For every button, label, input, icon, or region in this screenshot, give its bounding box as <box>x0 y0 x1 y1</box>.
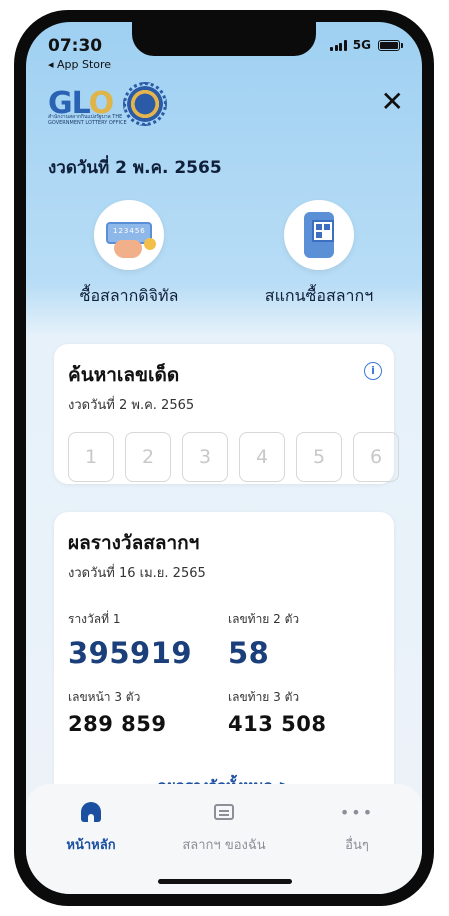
tab-my-tickets[interactable]: สลากฯ ของฉัน <box>169 800 279 855</box>
digit-input-6[interactable]: 6 <box>353 432 399 482</box>
close-icon[interactable]: ✕ <box>381 88 404 116</box>
status-indicators: 5G <box>330 38 403 52</box>
status-time: 07:30 <box>48 36 103 56</box>
qr-scan-icon <box>284 200 354 270</box>
home-indicator <box>158 879 292 884</box>
logo-subtitle: สำนักงานสลากกินแบ่งรัฐบาล THE GOVERNMENT… <box>48 114 127 126</box>
last-two-digits-number: 58 <box>228 636 270 670</box>
back-to-app-store-link[interactable]: ◂ App Store <box>48 58 111 71</box>
card-date: งวดวันที่ 2 พ.ค. 2565 <box>68 398 195 413</box>
signal-icon <box>330 39 347 51</box>
home-icon <box>81 802 101 822</box>
last-two-digits-label: เลขท้าย 2 ตัว <box>228 612 300 626</box>
card-title: ผลรางวัลสลากฯ <box>68 532 200 554</box>
tickets-icon <box>214 804 234 820</box>
action-label: ซื้อสลากดิจิทัล <box>79 286 179 305</box>
digit-input-1[interactable]: 1 <box>68 432 114 482</box>
tab-label: อื่นๆ <box>345 838 369 853</box>
first-three-digits-label: เลขหน้า 3 ตัว <box>68 690 141 704</box>
buy-digital-ticket-button[interactable]: 123456 ซื้อสลากดิจิทัล <box>54 200 204 309</box>
tab-label: สลากฯ ของฉัน <box>182 838 266 853</box>
network-type: 5G <box>352 38 371 52</box>
digit-inputs: 1 2 3 4 5 6 <box>68 432 399 482</box>
glo-seal-icon <box>123 82 168 126</box>
lottery-results-card: ผลรางวัลสลากฯ งวดวันที่ 16 เม.ย. 2565 รา… <box>54 512 394 802</box>
card-title: ค้นหาเลขเด็ด <box>68 364 180 386</box>
last-three-digits-number: 413 508 <box>228 712 327 736</box>
notch <box>132 22 316 56</box>
first-prize-number: 395919 <box>68 636 193 670</box>
digit-input-4[interactable]: 4 <box>239 432 285 482</box>
digit-input-2[interactable]: 2 <box>125 432 171 482</box>
tab-label: หน้าหลัก <box>66 838 116 853</box>
tab-home[interactable]: หน้าหลัก <box>36 800 146 855</box>
more-icon: ••• <box>339 802 375 822</box>
tab-more[interactable]: ••• อื่นๆ <box>302 800 412 855</box>
lucky-number-search-card: ค้นหาเลขเด็ด งวดวันที่ 2 พ.ค. 2565 i 1 2… <box>54 344 399 484</box>
first-prize-label: รางวัลที่ 1 <box>68 612 121 626</box>
digital-ticket-icon: 123456 <box>94 200 164 270</box>
battery-icon <box>378 39 403 51</box>
card-date: งวดวันที่ 16 เม.ย. 2565 <box>68 566 206 581</box>
scan-buy-ticket-button[interactable]: สแกนซื้อสลากฯ <box>244 200 394 309</box>
bottom-tab-bar: หน้าหลัก สลากฯ ของฉัน ••• อื่นๆ <box>26 784 422 894</box>
app-screen: 07:30 ◂ App Store 5G GLO สำนักงานสลากกิน… <box>26 22 422 894</box>
digit-input-5[interactable]: 5 <box>296 432 342 482</box>
last-three-digits-label: เลขท้าย 3 ตัว <box>228 690 300 704</box>
phone-frame: 07:30 ◂ App Store 5G GLO สำนักงานสลากกิน… <box>14 10 434 906</box>
current-draw-date: งวดวันที่ 2 พ.ค. 2565 <box>48 158 222 178</box>
digit-input-3[interactable]: 3 <box>182 432 228 482</box>
first-three-digits-number: 289 859 <box>68 712 167 736</box>
action-label: สแกนซื้อสลากฯ <box>264 286 374 305</box>
info-icon[interactable]: i <box>364 362 382 380</box>
